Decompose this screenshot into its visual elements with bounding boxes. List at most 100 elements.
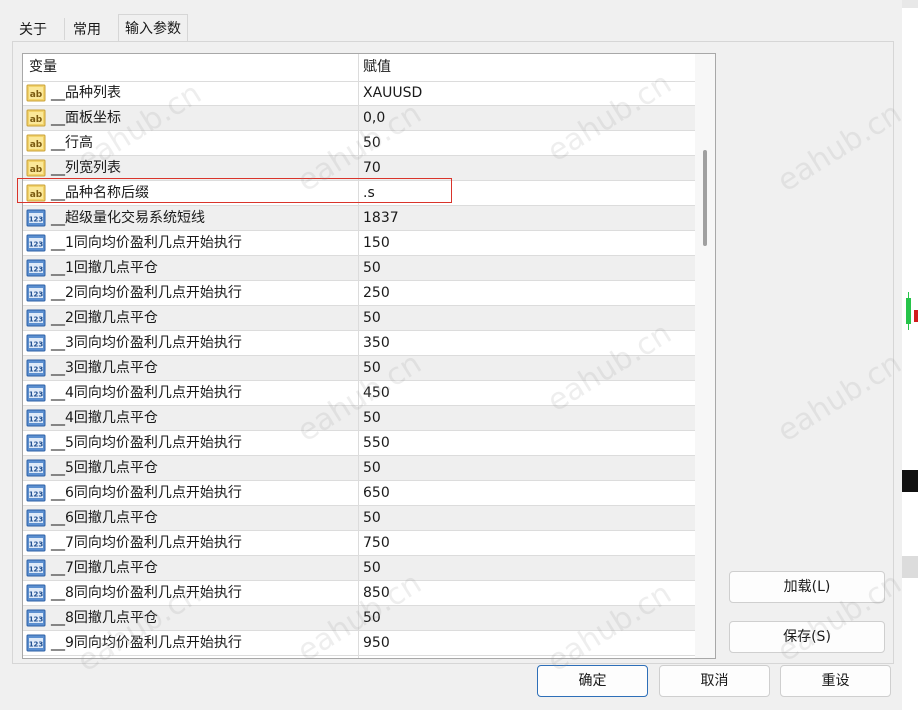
vertical-scrollbar[interactable] [695,54,715,658]
table-row[interactable]: 123 __2同向均价盈利几点开始执行 250 [23,281,695,306]
table-row[interactable]: 123 __1同向均价盈利几点开始执行 150 [23,231,695,256]
cancel-button[interactable]: 取消 [659,665,770,697]
table-row[interactable]: 123 __4回撤几点平仓 50 [23,406,695,431]
string-type-icon: ab [26,183,46,203]
table-row[interactable]: ab __列宽列表 70 [23,156,695,181]
table-row[interactable]: 123 __6同向均价盈利几点开始执行 650 [23,481,695,506]
variable-value[interactable]: 50 [363,606,381,630]
tab-separator [64,18,65,40]
variable-name: __7回撤几点平仓 [51,560,158,576]
table-row[interactable]: ab __面板坐标 0,0 [23,106,695,131]
integer-type-icon: 123 [26,333,46,353]
variable-value[interactable]: .s [363,181,375,205]
variable-value[interactable]: 750 [363,531,390,555]
variable-name: __5回撤几点平仓 [51,460,158,476]
variable-value[interactable]: 50 [363,306,381,330]
variable-name: __8同向均价盈利几点开始执行 [51,585,242,601]
scrollbar-thumb[interactable] [703,150,707,246]
variable-value[interactable]: 650 [363,481,390,505]
icon-text: 123 [29,391,44,399]
red-marker [914,310,918,322]
variable-value[interactable]: 1837 [363,206,399,230]
table-row[interactable]: 123 __超级量化交易系统短线 1837 [23,206,695,231]
tab-common[interactable]: 常用 [66,17,108,41]
ok-button[interactable]: 确定 [537,665,648,697]
variable-value[interactable]: XAUUSD [363,81,422,105]
table-row[interactable]: 123 __7回撤几点平仓 50 [23,556,695,581]
variable-name: __2回撤几点平仓 [51,310,158,326]
variable-value[interactable]: 50 [363,456,381,480]
variable-name: __3同向均价盈利几点开始执行 [51,335,242,351]
tab-about[interactable]: 关于 [12,17,54,41]
integer-type-icon: 123 [26,358,46,378]
variable-name: __面板坐标 [51,110,121,126]
variable-value[interactable]: 50 [363,131,381,155]
variable-value[interactable]: 450 [363,381,390,405]
table-row[interactable]: 123 __3同向均价盈利几点开始执行 350 [23,331,695,356]
string-type-icon: ab [26,108,46,128]
table-row[interactable]: 123 __8回撤几点平仓 50 [23,606,695,631]
price-label-dark [902,470,918,492]
header-variable[interactable]: 变量 [29,54,57,81]
variable-name: __5同向均价盈利几点开始执行 [51,435,242,451]
table-row[interactable]: ab __品种列表 XAUUSD [23,81,695,106]
header-value[interactable]: 赋值 [363,54,391,81]
parameter-grid[interactable]: 变量 赋值 ab __品种列表 XAUUSD ab __面板坐标 0,0 ab __行高 50 a… [22,53,716,659]
integer-type-icon: 123 [26,633,46,653]
background-chart-window [902,0,918,710]
icon-text: 123 [29,416,44,424]
integer-type-icon: 123 [26,233,46,253]
reset-button[interactable]: 重设 [780,665,891,697]
icon-text: 123 [29,541,44,549]
variable-value[interactable]: 950 [363,631,390,655]
save-button[interactable]: 保存(S) [729,621,885,653]
variable-value[interactable]: 50 [363,406,381,430]
variable-name: __8回撤几点平仓 [51,610,158,626]
integer-type-icon: 123 [26,433,46,453]
table-row[interactable]: 123 __5回撤几点平仓 50 [23,456,695,481]
variable-name: __4回撤几点平仓 [51,410,158,426]
integer-type-icon: 123 [26,583,46,603]
variable-name: __1回撤几点平仓 [51,260,158,276]
table-row[interactable]: 123 __9同向均价盈利几点开始执行 950 [23,631,695,656]
variable-name: __列宽列表 [51,160,121,176]
variable-name: __品种名称后缀 [51,185,149,201]
table-row[interactable]: 123 __5同向均价盈利几点开始执行 550 [23,431,695,456]
table-row[interactable]: 123 __4同向均价盈利几点开始执行 450 [23,381,695,406]
variable-name: __行高 [51,135,93,151]
table-row[interactable]: ab __品种名称后缀 .s [23,181,695,206]
table-row[interactable]: 123 __3回撤几点平仓 50 [23,356,695,381]
variable-name: __6回撤几点平仓 [51,510,158,526]
variable-value[interactable]: 50 [363,356,381,380]
variable-name: __超级量化交易系统短线 [51,210,205,226]
variable-value[interactable]: 250 [363,281,390,305]
chart-grey-bar [902,556,918,578]
variable-value[interactable]: 150 [363,231,390,255]
table-row[interactable]: 123 __7同向均价盈利几点开始执行 750 [23,531,695,556]
variable-value[interactable]: 70 [363,156,381,180]
icon-text: ab [30,190,43,200]
icon-text: 123 [29,216,44,224]
icon-text: 123 [29,591,44,599]
table-row[interactable]: 123 __8同向均价盈利几点开始执行 850 [23,581,695,606]
load-button[interactable]: 加载(L) [729,571,885,603]
variable-name: __1同向均价盈利几点开始执行 [51,235,242,251]
table-row[interactable]: 123 __6回撤几点平仓 50 [23,506,695,531]
integer-type-icon: 123 [26,458,46,478]
variable-value[interactable]: 0,0 [363,106,385,130]
table-row[interactable]: 123 __2回撤几点平仓 50 [23,306,695,331]
variable-value[interactable]: 50 [363,556,381,580]
variable-value[interactable]: 850 [363,581,390,605]
integer-type-icon: 123 [26,508,46,528]
column-divider[interactable] [358,54,359,658]
table-row[interactable]: 123 __1回撤几点平仓 50 [23,256,695,281]
variable-value[interactable]: 350 [363,331,390,355]
icon-text: 123 [29,316,44,324]
table-row[interactable]: ab __行高 50 [23,131,695,156]
variable-value[interactable]: 50 [363,506,381,530]
icon-text: 123 [29,341,44,349]
variable-value[interactable]: 550 [363,431,390,455]
variable-value[interactable]: 50 [363,256,381,280]
integer-type-icon: 123 [26,533,46,553]
tab-input-params[interactable]: 输入参数 [118,14,188,42]
